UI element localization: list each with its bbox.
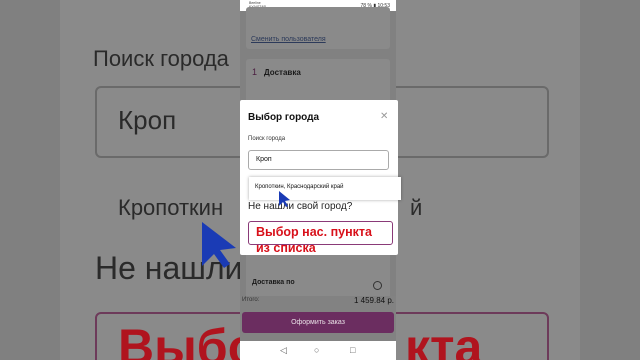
background-right: й кта: [396, 0, 640, 360]
mouse-cursor-icon: [279, 191, 290, 207]
bg-suggestion: Кропоткин: [118, 195, 224, 220]
bg-cursor-icon: [202, 222, 236, 268]
home-icon[interactable]: ○: [314, 345, 319, 355]
caption-line2: из списка: [256, 241, 316, 255]
bg-caption-right: кта: [405, 319, 483, 360]
change-user-link[interactable]: Сменить пользователя: [251, 36, 326, 43]
total-label: Итого:: [242, 297, 260, 303]
background-panel-right: [396, 0, 580, 360]
bg-caption-left: Выбо: [118, 319, 240, 360]
step-title: Доставка: [264, 68, 301, 77]
place-order-button[interactable]: Оформить заказ: [242, 312, 394, 333]
close-icon[interactable]: ✕: [380, 111, 388, 122]
modal-title: Выбор города: [248, 112, 320, 123]
order-summary: Итого: 1 459.84 р. Оформить заказ: [240, 296, 396, 341]
background-left: Поиск города Кроп Кропоткин Не нашли Выб…: [0, 0, 240, 360]
delivery-option-label: Доставка по: [252, 279, 295, 286]
android-nav-bar: ◁ ○ □: [240, 341, 396, 360]
step-number: 1: [252, 67, 258, 77]
bg-input-value: Кроп: [118, 105, 177, 135]
bg-search-label: Поиск города: [93, 46, 229, 71]
total-value: 1 459.84 р.: [353, 296, 394, 305]
bg-suggestion-tail: й: [410, 195, 423, 220]
caption-line1: Выбор нас. пункта: [256, 225, 372, 239]
recents-icon[interactable]: □: [350, 345, 355, 355]
bg-search-input-right: [396, 86, 549, 158]
delivery-radio[interactable]: [373, 281, 382, 290]
overlay-caption: Выбор нас. пункта из списка: [256, 224, 372, 256]
suggestion-text: Кропоткин, Краснодарский край: [255, 184, 344, 190]
back-icon[interactable]: ◁: [280, 345, 287, 355]
city-search-input[interactable]: Кроп: [248, 150, 389, 170]
city-search-label: Поиск города: [248, 136, 286, 142]
city-suggestion-item[interactable]: Кропоткин, Краснодарский край: [249, 177, 401, 200]
city-not-found-text: Не нашли свой город?: [248, 201, 353, 212]
